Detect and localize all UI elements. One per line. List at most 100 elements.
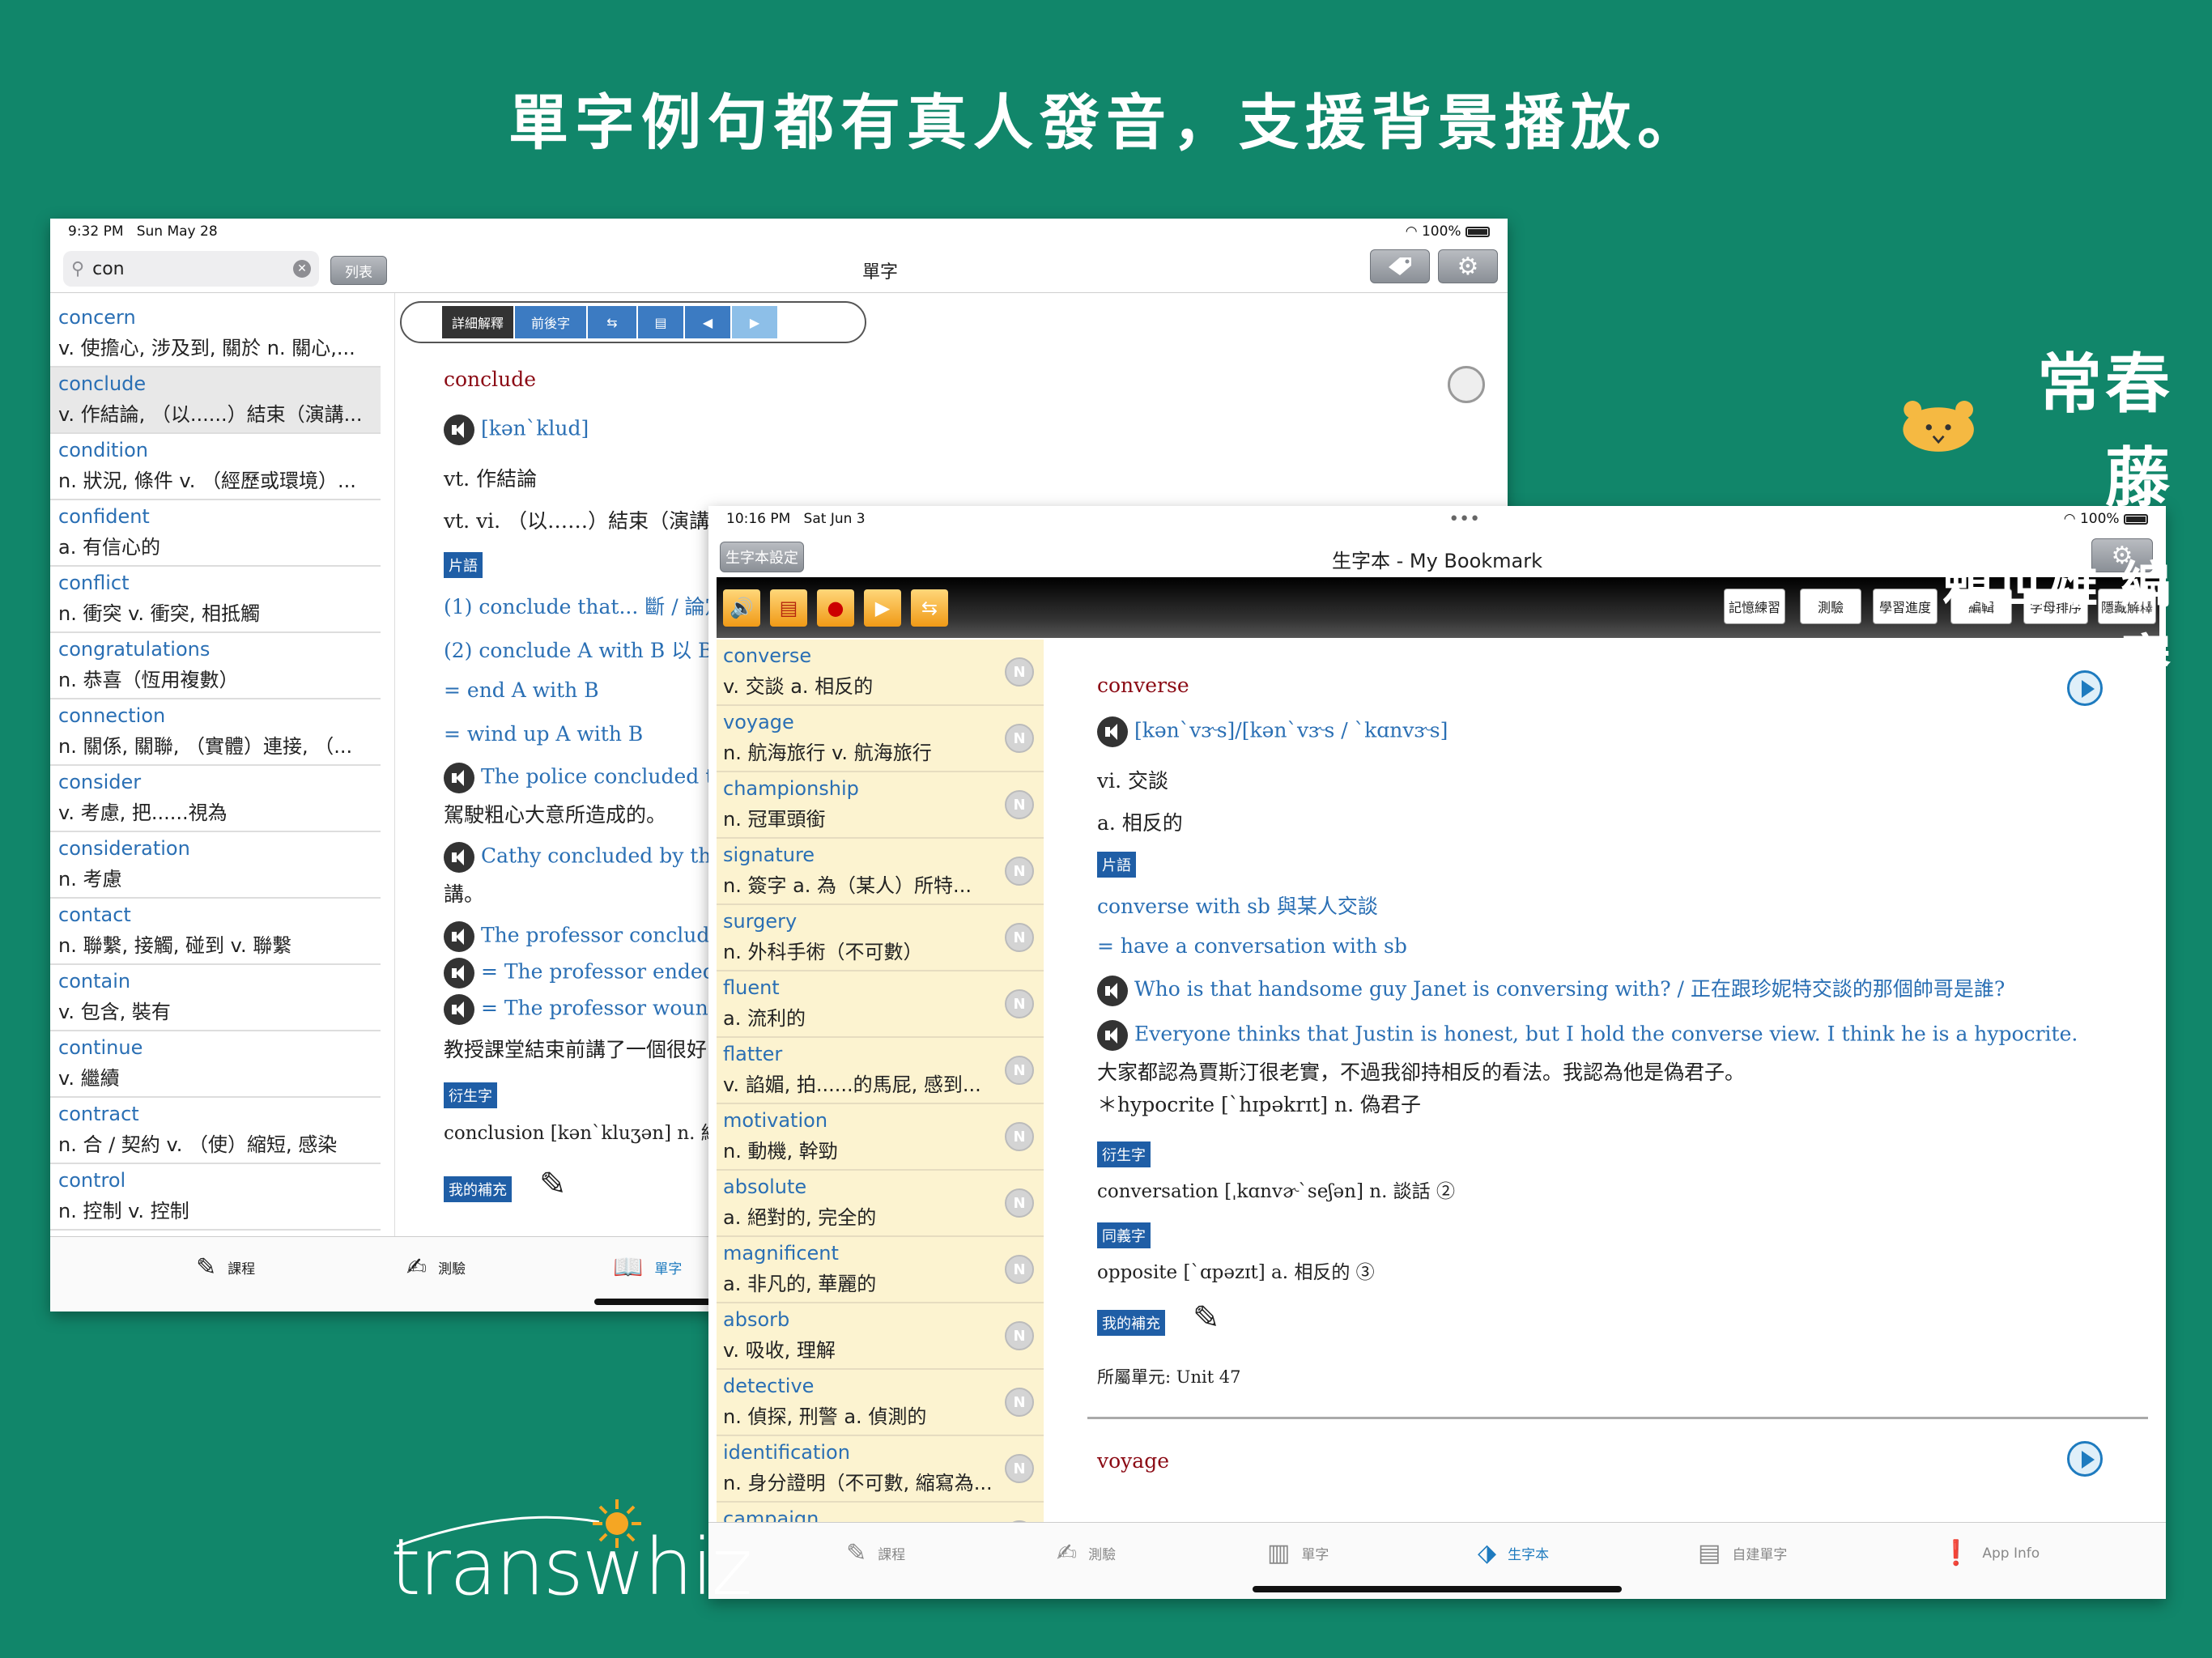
speaker-icon[interactable] xyxy=(1097,1020,1128,1051)
speaker-icon[interactable] xyxy=(444,994,474,1025)
play-icon[interactable]: ▶ xyxy=(864,589,901,627)
tab-detail[interactable]: 詳細解釋 xyxy=(442,306,513,338)
list-item[interactable]: condition n. 狀況, 條件 v. （經歷或環境）... xyxy=(50,434,381,500)
list-item[interactable]: consideration n. 考慮 xyxy=(50,832,381,899)
badge-icon: N xyxy=(1005,1321,1034,1350)
custom-book-icon: ▤ xyxy=(1698,1539,1721,1567)
bookmark-tag-button[interactable] xyxy=(1370,249,1430,283)
list-item[interactable]: confident a. 有信心的 xyxy=(50,500,381,567)
tab-course[interactable]: ✎ 課程 xyxy=(846,1539,905,1567)
badge-icon: N xyxy=(1005,724,1034,753)
synonym-tag: 同義字 xyxy=(1097,1222,1151,1248)
status-time: 10:16 PM xyxy=(726,511,791,527)
publisher-brand: 常春藤 賴世雄 編審 xyxy=(1898,332,2173,690)
speaker-icon[interactable] xyxy=(444,414,474,445)
entry-pane: converse [kən`vɝs]/[kən`vɝs / `kɑnvɝs] v… xyxy=(1047,640,2166,1522)
tab-bookmark[interactable]: ⬗ 生字本 xyxy=(1478,1539,1549,1567)
synonym: opposite [`ɑpəzɪt] a. 相反的 ③ xyxy=(1097,1262,1375,1283)
tag-icon: ⬗ xyxy=(1478,1539,1497,1567)
list-item[interactable]: magnificent a. 非凡的, 華麗的 N xyxy=(717,1237,1044,1303)
derivative: conversation [ˌkɑnvɚ`seʃən] n. 談話 ② xyxy=(1097,1181,1455,1202)
prev-icon[interactable]: ◀ xyxy=(685,306,730,338)
list-item-selected[interactable]: conclude v. 作結論, （以......）結束（演講... xyxy=(50,368,381,434)
pronunciation: [kən`vɝs]/[kən`vɝs / `kɑnvɝs] xyxy=(1134,718,1448,742)
badge-icon: N xyxy=(1005,1388,1034,1417)
list-item[interactable]: voyage n. 航海旅行 v. 航海旅行 N xyxy=(717,706,1044,772)
list-item[interactable]: converse v. 交談 a. 相反的 N xyxy=(717,640,1044,706)
list-item[interactable]: signature n. 簽字 a. 為（某人）所特... N xyxy=(717,839,1044,905)
brand-editor: 賴世雄 編審 xyxy=(1942,555,2173,687)
record-icon[interactable]: ● xyxy=(817,589,854,627)
example-sentence: = The professor ended hi xyxy=(480,959,742,984)
speaker-icon[interactable] xyxy=(444,842,474,873)
example-sentence: = The professor wound u xyxy=(480,996,741,1020)
divider xyxy=(1087,1417,2148,1419)
memory-practice-button[interactable]: 記憶練習 xyxy=(1724,589,1785,624)
list-item[interactable]: detective n. 偵探, 刑警 a. 偵測的 N xyxy=(717,1370,1044,1436)
list-item[interactable]: fluent a. 流利的 N xyxy=(717,971,1044,1038)
bear-logo-icon xyxy=(1903,401,1974,452)
definition: a. 相反的 xyxy=(1097,811,1183,835)
speaker-icon[interactable] xyxy=(444,921,474,952)
settings-button[interactable]: ⚙ xyxy=(1438,249,1498,283)
speaker-icon[interactable]: 🔊 xyxy=(723,589,760,627)
status-date: Sat Jun 3 xyxy=(803,511,866,527)
tab-adjacent[interactable]: 前後字 xyxy=(515,306,586,338)
phrase: = have a conversation with sb xyxy=(1097,934,1407,958)
list-item[interactable]: contact n. 聯繫, 接觸, 碰到 v. 聯繫 xyxy=(50,899,381,965)
mode-segment: 詳細解釋 前後字 ⇆ ▤ ◀ ▶ xyxy=(400,301,866,343)
list-item[interactable]: contract n. 合 / 契約 v. （使）縮短, 感染 xyxy=(50,1098,381,1164)
my-note-tag: 我的補充 xyxy=(1097,1310,1165,1336)
tab-quiz[interactable]: ✍ 測驗 xyxy=(406,1253,466,1282)
definition: vt. vi. （以……）結束（演講 xyxy=(444,509,710,533)
list-item[interactable]: flatter v. 諂媚, 拍......的馬屁, 感到... N xyxy=(717,1038,1044,1104)
badge-icon: N xyxy=(1005,989,1034,1018)
list-item[interactable]: control n. 控制 v. 控制 xyxy=(50,1164,381,1231)
notes-icon[interactable]: ▤ xyxy=(770,589,807,627)
quiz-button[interactable]: 測驗 xyxy=(1800,589,1861,624)
tab-custom-words[interactable]: ▤ 自建單字 xyxy=(1698,1539,1787,1567)
quiz-icon: ✍ xyxy=(1057,1539,1078,1567)
wifi-icon: ◠ xyxy=(1405,223,1418,240)
switch-icon[interactable]: ⇆ xyxy=(588,306,636,338)
play-icon[interactable] xyxy=(2067,1441,2103,1477)
edit-icon[interactable]: ✎ xyxy=(1193,1299,1220,1337)
bookmark-tag-icon[interactable] xyxy=(1448,366,1485,403)
book-icon: 📖 xyxy=(613,1253,644,1282)
edit-icon[interactable]: ✎ xyxy=(539,1166,567,1203)
next-icon[interactable]: ▶ xyxy=(732,306,777,338)
list-item[interactable]: surgery n. 外科手術（不可數） N xyxy=(717,905,1044,971)
speaker-icon[interactable] xyxy=(1097,975,1128,1006)
badge-icon: N xyxy=(1005,1056,1034,1085)
badge-icon: N xyxy=(1005,1454,1034,1483)
list-item[interactable]: absorb v. 吸收, 理解 N xyxy=(717,1303,1044,1370)
tab-words[interactable]: ▥ 單字 xyxy=(1267,1539,1329,1567)
tab-words[interactable]: 📖 單字 xyxy=(613,1253,682,1282)
list-item[interactable]: concern v. 使擔心, 涉及到, 關於 n. 關心,... xyxy=(50,301,381,368)
list-item[interactable]: connection n. 關係, 關聯, （實體）連接, （... xyxy=(50,699,381,766)
list-item[interactable]: campaignN xyxy=(717,1503,1044,1522)
phrase: converse with sb 與某人交談 xyxy=(1097,895,1378,918)
list-item[interactable]: motivation n. 動機, 幹勁 N xyxy=(717,1104,1044,1171)
list-item[interactable]: identification n. 身分證明（不可數, 縮寫為... N xyxy=(717,1436,1044,1503)
example-sentence: Cathy concluded by than xyxy=(480,844,737,868)
tab-quiz[interactable]: ✍ 測驗 xyxy=(1057,1539,1116,1567)
phrase: (1) conclude that... 斷 / 論定 xyxy=(444,595,725,619)
list-item[interactable]: absolute a. 絕對的, 完全的 N xyxy=(717,1171,1044,1237)
list-item[interactable]: consider v. 考慮, 把......視為 xyxy=(50,766,381,832)
list-item[interactable]: contain v. 包含, 裝有 xyxy=(50,965,381,1031)
list-item[interactable]: championship n. 冠軍頭銜 N xyxy=(717,772,1044,839)
more-dots-icon: ••• xyxy=(1448,508,1481,529)
notes-icon[interactable]: ▤ xyxy=(638,306,683,338)
speaker-icon[interactable] xyxy=(444,763,474,793)
speaker-icon[interactable] xyxy=(444,958,474,988)
tab-course[interactable]: ✎ 課程 xyxy=(196,1253,255,1282)
speaker-icon[interactable] xyxy=(1097,716,1128,747)
switch-icon[interactable]: ⇆ xyxy=(911,589,948,627)
tab-app-info[interactable]: ❗ App Info xyxy=(1941,1539,2040,1567)
list-item[interactable]: congratulations n. 恭喜（恆用複數） xyxy=(50,633,381,699)
list-item[interactable]: continue v. 繼續 xyxy=(50,1031,381,1098)
word-list: concern v. 使擔心, 涉及到, 關於 n. 關心,... conclud… xyxy=(50,293,382,1236)
list-item[interactable]: conflict n. 衝突 v. 衝突, 相抵觸 xyxy=(50,567,381,633)
my-note-tag: 我的補充 xyxy=(444,1176,512,1202)
